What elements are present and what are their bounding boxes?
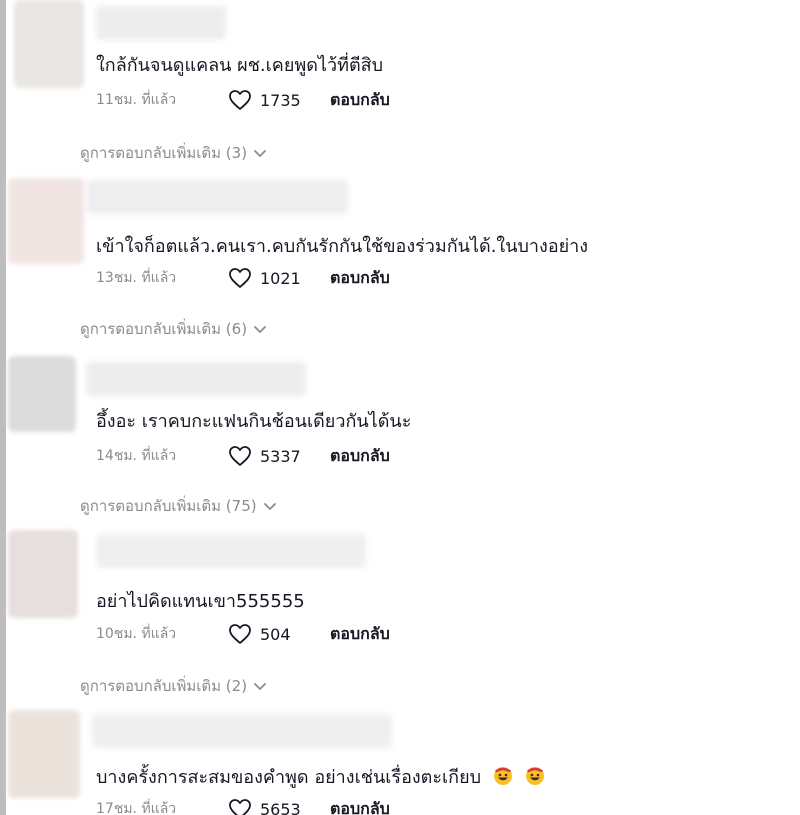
comment-text: เข้าใจก็อตแล้ว.คนเรา.คบกันรักกันใช้ของร่… bbox=[96, 236, 589, 257]
comment-meta: 17ชม. ที่แล้ว 5653 ตอบกลับ bbox=[96, 797, 390, 815]
reply-button[interactable]: ตอบกลับ bbox=[330, 266, 390, 291]
comment-text-body: บางครั้งการสะสมของคำพูด อย่างเช่นเรื่องต… bbox=[96, 767, 482, 788]
chevron-down-icon bbox=[254, 150, 266, 157]
heart-icon[interactable] bbox=[228, 267, 252, 289]
comment-time: 11ชม. ที่แล้ว bbox=[96, 92, 177, 108]
view-more-replies-label: ดูการตอบกลับเพิ่มเติม (75) bbox=[80, 497, 257, 515]
reply-button[interactable]: ตอบกลับ bbox=[330, 88, 390, 113]
view-more-replies-button[interactable]: ดูการตอบกลับเพิ่มเติม (75) bbox=[80, 494, 277, 518]
chevron-down-icon bbox=[263, 503, 276, 510]
view-more-replies-label: ดูการตอบกลับเพิ่มเติม (3) bbox=[80, 144, 248, 162]
comment-time: 17ชม. ที่แล้ว bbox=[96, 801, 177, 815]
username-blurred[interactable] bbox=[96, 534, 366, 568]
username-blurred[interactable] bbox=[96, 6, 226, 40]
reply-button[interactable]: ตอบกลับ bbox=[330, 622, 390, 647]
grinning-sweat-emoji-icon bbox=[493, 767, 512, 785]
view-more-replies-label: ดูการตอบกลับเพิ่มเติม (2) bbox=[80, 677, 248, 695]
view-more-replies-button[interactable]: ดูการตอบกลับเพิ่มเติม (3) bbox=[80, 141, 267, 165]
comment-meta: 14ชม. ที่แล้ว 5337 ตอบกลับ bbox=[96, 444, 390, 468]
heart-icon[interactable] bbox=[228, 89, 252, 111]
like-count: 1735 bbox=[260, 90, 301, 110]
comment-text: อึ้งอะ เราคบกะแฟนกินช้อนเดียวกันได้นะ bbox=[96, 411, 412, 432]
avatar[interactable] bbox=[8, 356, 76, 432]
comment-meta: 11ชม. ที่แล้ว 1735 ตอบกลับ bbox=[96, 88, 390, 112]
username-blurred[interactable] bbox=[92, 714, 392, 748]
avatar[interactable] bbox=[14, 0, 84, 88]
like-count: 5653 bbox=[260, 799, 301, 815]
grinning-sweat-emoji-icon bbox=[525, 767, 544, 785]
username-blurred[interactable] bbox=[86, 362, 306, 396]
heart-icon[interactable] bbox=[228, 798, 252, 815]
like-count: 1021 bbox=[260, 268, 301, 288]
chevron-down-icon bbox=[254, 683, 266, 690]
heart-icon[interactable] bbox=[228, 623, 252, 645]
avatar[interactable] bbox=[8, 710, 80, 798]
view-more-replies-button[interactable]: ดูการตอบกลับเพิ่มเติม (2) bbox=[80, 674, 267, 698]
avatar[interactable] bbox=[8, 530, 78, 618]
comment-meta: 13ชม. ที่แล้ว 1021 ตอบกลับ bbox=[96, 266, 390, 290]
comment-meta: 10ชม. ที่แล้ว 504 ตอบกลับ bbox=[96, 622, 390, 646]
view-more-replies-label: ดูการตอบกลับเพิ่มเติม (6) bbox=[80, 320, 248, 338]
reply-button[interactable]: ตอบกลับ bbox=[330, 444, 390, 469]
like-count: 5337 bbox=[260, 446, 301, 466]
chevron-down-icon bbox=[254, 326, 266, 333]
comment-text: บางครั้งการสะสมของคำพูด อย่างเช่นเรื่องต… bbox=[96, 762, 545, 791]
reply-button[interactable]: ตอบกลับ bbox=[330, 797, 390, 815]
heart-icon[interactable] bbox=[228, 445, 252, 467]
like-count: 504 bbox=[260, 624, 291, 644]
comment-list: ใกล้กันจนดูแคลน ผช.เคยพูดไว้ที่ตีสิบ 11ช… bbox=[0, 0, 800, 815]
comment-text: ใกล้กันจนดูแคลน ผช.เคยพูดไว้ที่ตีสิบ bbox=[96, 55, 384, 76]
avatar[interactable] bbox=[8, 178, 84, 264]
comment-time: 14ชม. ที่แล้ว bbox=[96, 448, 177, 464]
scroll-rail bbox=[0, 0, 6, 815]
comment-text: อย่าไปคิดแทนเขา555555 bbox=[96, 591, 305, 612]
comment-time: 13ชม. ที่แล้ว bbox=[96, 270, 177, 286]
view-more-replies-button[interactable]: ดูการตอบกลับเพิ่มเติม (6) bbox=[80, 317, 267, 341]
comment-time: 10ชม. ที่แล้ว bbox=[96, 626, 177, 642]
username-blurred[interactable] bbox=[86, 180, 348, 214]
